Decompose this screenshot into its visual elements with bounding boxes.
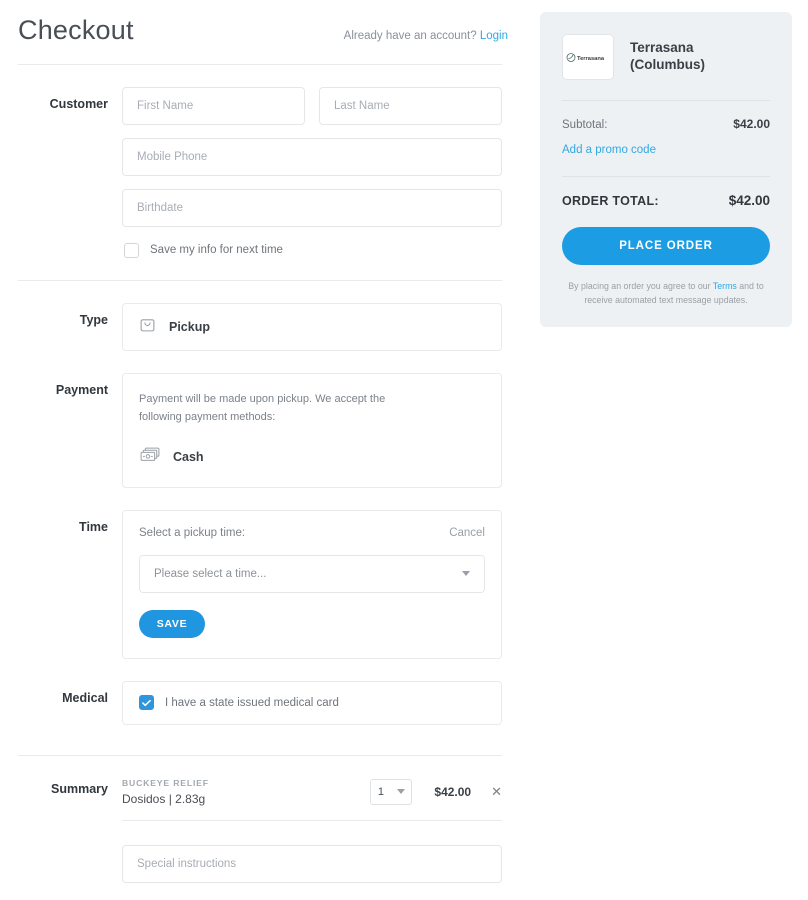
cash-bills-icon [139, 446, 161, 468]
page-title: Checkout [18, 15, 134, 45]
medical-card-checkbox[interactable] [139, 695, 154, 711]
name-row: First Name Last Name [122, 86, 502, 125]
payment-body: Payment will be made upon pickup. We acc… [122, 372, 502, 488]
disclaimer-prefix: By placing an order you agree to our [568, 281, 713, 291]
place-order-button[interactable]: PLACE ORDER [562, 227, 770, 265]
section-medical: Medical I have a state issued medical ca… [0, 659, 520, 725]
section-label-medical: Medical [62, 690, 108, 705]
terrasana-logo-icon: Terrasana [566, 52, 605, 62]
account-prompt-text: Already have an account? [343, 29, 477, 42]
login-link[interactable]: Login [480, 30, 508, 42]
summary-line-item: BUCKEYE RELIEF Dosidos | 2.83g 1 $42.00 … [122, 778, 502, 820]
section-time: Time Select a pickup time: Cancel Please… [0, 488, 520, 659]
subtotal-row: Subtotal: $42.00 [562, 117, 770, 131]
summary-item-brand: BUCKEYE RELIEF [122, 777, 209, 788]
time-body: Select a pickup time: Cancel Please sele… [122, 509, 502, 659]
terms-link[interactable]: Terms [713, 281, 737, 291]
subtotal-value: $42.00 [733, 117, 770, 131]
pickup-time-select-value: Please select a time... [154, 567, 267, 580]
save-info-row[interactable]: Save my info for next time [122, 240, 502, 258]
section-payment: Payment Payment will be made upon pickup… [0, 351, 520, 488]
type-body: Pickup [122, 302, 502, 351]
medical-card[interactable]: I have a state issued medical card [122, 680, 502, 725]
subtotal-label: Subtotal: [562, 119, 608, 131]
store-row: Terrasana Terrasana (Columbus) [562, 34, 770, 80]
chevron-down-icon [462, 571, 470, 577]
section-label-time: Time [79, 519, 108, 534]
save-info-label: Save my info for next time [150, 244, 283, 257]
store-logo: Terrasana [562, 34, 614, 80]
order-total-label: ORDER TOTAL: [562, 194, 659, 208]
order-total-value: $42.00 [728, 193, 770, 208]
medical-card-label: I have a state issued medical card [165, 696, 339, 709]
account-prompt: Already have an account? Login [344, 30, 508, 46]
save-time-button[interactable]: SAVE [139, 609, 205, 638]
section-label-customer: Customer [49, 96, 108, 111]
time-cancel-link[interactable]: Cancel [449, 527, 485, 539]
store-name: Terrasana (Columbus) [630, 40, 705, 72]
page-header: Checkout Already have an account? Login [0, 15, 520, 46]
svg-text:Terrasana: Terrasana [577, 55, 605, 61]
payment-method-cash: Cash [139, 446, 485, 468]
section-type: Type Pickup [0, 281, 520, 351]
cash-label: Cash [173, 449, 204, 464]
customer-form: First Name Last Name Mobile Phone Birthd… [122, 86, 502, 258]
add-promo-code-link[interactable]: Add a promo code [562, 144, 770, 156]
save-info-checkbox[interactable] [124, 242, 139, 258]
order-disclaimer: By placing an order you agree to our Ter… [562, 279, 770, 307]
order-summary-sidebar: Terrasana Terrasana (Columbus) Subtotal:… [540, 12, 792, 328]
birthdate-input[interactable]: Birthdate [122, 188, 502, 227]
shopping-bag-icon [139, 316, 156, 338]
chevron-down-icon [396, 789, 405, 795]
pickup-time-select[interactable]: Please select a time... [139, 554, 485, 593]
pickup-label: Pickup [169, 319, 210, 334]
order-total-row: ORDER TOTAL: $42.00 [562, 193, 770, 208]
summary-item-price: $42.00 [434, 784, 472, 799]
summary-item-info: BUCKEYE RELIEF Dosidos | 2.83g [122, 778, 370, 806]
payment-card: Payment will be made upon pickup. We acc… [122, 372, 502, 488]
time-prompt: Select a pickup time: [139, 526, 246, 539]
mobile-phone-input[interactable]: Mobile Phone [122, 137, 502, 176]
sidebar-divider-top [562, 100, 770, 101]
section-summary: Summary BUCKEYE RELIEF Dosidos | 2.83g 1… [0, 756, 520, 896]
section-label-type: Type [79, 312, 108, 327]
checkout-main-column: Checkout Already have an account? Login … [0, 0, 520, 896]
remove-item-close-icon[interactable]: ✕ [491, 785, 502, 798]
first-name-input[interactable]: First Name [122, 86, 305, 125]
summary-body: BUCKEYE RELIEF Dosidos | 2.83g 1 $42.00 … [122, 778, 502, 896]
summary-item-quantity-value: 1 [377, 785, 384, 798]
payment-description: Payment will be made upon pickup. We acc… [139, 392, 386, 423]
pickup-option[interactable]: Pickup [122, 302, 502, 351]
time-header: Select a pickup time: Cancel [139, 527, 485, 539]
section-label-summary: Summary [51, 781, 108, 796]
section-label-payment: Payment [55, 382, 108, 397]
time-card: Select a pickup time: Cancel Please sele… [122, 509, 502, 659]
summary-item-divider [122, 819, 502, 821]
section-customer: Customer First Name Last Name Mobile Pho… [0, 65, 520, 258]
summary-item-quantity-select[interactable]: 1 [370, 778, 413, 805]
medical-body: I have a state issued medical card [122, 680, 502, 725]
checkout-page: Checkout Already have an account? Login … [0, 0, 808, 900]
summary-item-name: Dosidos | 2.83g [122, 791, 206, 806]
special-instructions-input[interactable]: Special instructions [122, 844, 502, 883]
last-name-input[interactable]: Last Name [319, 86, 502, 125]
sidebar-divider-bottom [562, 176, 770, 177]
